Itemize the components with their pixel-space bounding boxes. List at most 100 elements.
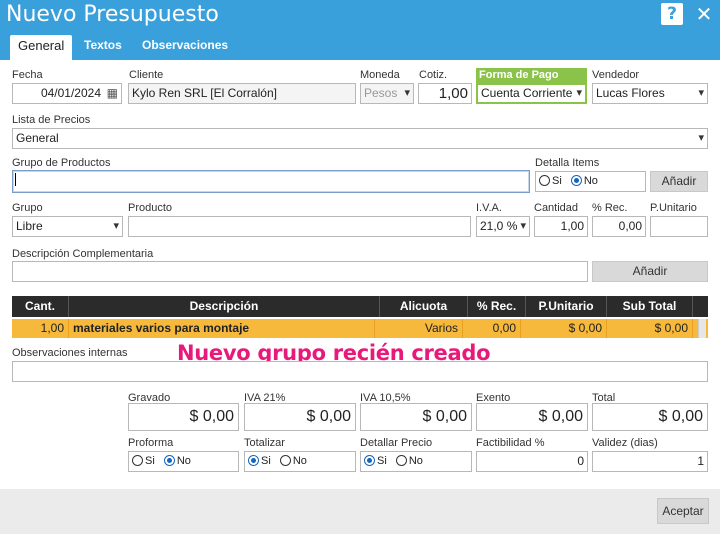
chevron-down-icon: ▾	[404, 87, 410, 99]
chevron-down-icon: ▾	[698, 87, 704, 99]
cell-rec: 0,00	[463, 319, 521, 338]
tab-textos[interactable]: Textos	[76, 35, 130, 60]
cell-descripcion: materiales varios para montaje	[69, 319, 375, 338]
moneda-value: Pesos	[364, 86, 398, 100]
detallar-precio-label: Detallar Precio	[360, 437, 433, 449]
radio-no[interactable]	[279, 455, 291, 466]
punitario-input[interactable]	[650, 216, 708, 237]
radio-si[interactable]	[248, 455, 259, 466]
totalizar-si-option[interactable]: Si	[248, 455, 271, 467]
detalla-items-label: Detalla Items	[535, 157, 600, 169]
proforma-si-option[interactable]: Si	[132, 455, 155, 467]
radio-si[interactable]	[539, 175, 550, 186]
close-icon[interactable]: ✕	[693, 3, 715, 25]
descripcion-complementaria-input[interactable]	[12, 261, 588, 282]
lista-precios-select[interactable]: General ▾	[12, 128, 708, 149]
moneda-select[interactable]: Pesos ▾	[360, 83, 414, 104]
cell-punitario: $ 0,00	[521, 319, 607, 338]
punitario-label: P.Unitario	[650, 202, 697, 214]
vendedor-label: Vendedor	[592, 69, 640, 81]
producto-label: Producto	[128, 202, 173, 214]
proforma-no-option[interactable]: No	[163, 455, 191, 467]
cantidad-label: Cantidad	[534, 202, 579, 214]
window-title: Nuevo Presupuesto	[6, 2, 219, 27]
iva-select[interactable]: 21,0 % ▾	[476, 216, 530, 237]
lista-precios-label: Lista de Precios	[12, 114, 91, 126]
cotiz-field[interactable]: 1,00	[418, 83, 472, 104]
grupo-label: Grupo	[12, 202, 43, 214]
cell-alicuota: Varios	[375, 319, 463, 338]
iva21-value: $ 0,00	[244, 403, 356, 431]
footer-bar	[0, 489, 720, 534]
cell-subtotal: $ 0,00	[607, 319, 693, 338]
grupo-value: Libre	[16, 219, 43, 233]
column-subtotal[interactable]: Sub Total	[607, 296, 693, 317]
fecha-label: Fecha	[12, 69, 43, 81]
column-punitario[interactable]: P.Unitario	[526, 296, 607, 317]
iva-value: 21,0 %	[480, 219, 518, 233]
column-cant[interactable]: Cant.	[12, 296, 69, 317]
chevron-down-icon: ▾	[113, 220, 119, 232]
descripcion-complementaria-label: Descripción Complementaria	[12, 248, 154, 260]
validez-label: Validez (dias)	[592, 437, 658, 449]
radio-si[interactable]	[132, 455, 143, 466]
forma-pago-select[interactable]: Cuenta Corriente ▾	[476, 83, 587, 104]
radio-no[interactable]	[395, 455, 407, 466]
vendedor-value: Lucas Flores	[596, 86, 665, 100]
grupo-productos-input[interactable]	[12, 170, 530, 193]
detallar-precio-si-option[interactable]: Si	[364, 455, 387, 467]
cell-cant: 1,00	[12, 319, 69, 338]
producto-input[interactable]	[128, 216, 471, 237]
total-value: $ 0,00	[592, 403, 708, 431]
moneda-label: Moneda	[360, 69, 400, 81]
fecha-field[interactable]: 04/01/2024 ▦	[12, 83, 122, 104]
detallar-precio-no-option[interactable]: No	[395, 455, 423, 467]
column-rec[interactable]: % Rec.	[468, 296, 526, 317]
radio-no[interactable]	[570, 175, 582, 186]
chevron-down-icon: ▾	[575, 85, 582, 102]
detalla-items-no-option[interactable]: No	[570, 175, 598, 187]
forma-pago-value: Cuenta Corriente	[481, 86, 573, 100]
detalla-items-si-option[interactable]: Si	[539, 175, 562, 187]
cliente-label: Cliente	[129, 69, 164, 81]
text-cursor	[15, 173, 16, 186]
grid-scrollbar[interactable]	[698, 319, 706, 338]
tab-observaciones[interactable]: Observaciones	[134, 35, 236, 60]
factibilidad-input[interactable]: 0	[476, 451, 588, 472]
radio-no[interactable]	[163, 455, 175, 466]
anadir-item-button[interactable]: Añadir	[592, 261, 708, 282]
forma-pago-label: Forma de Pago	[479, 69, 559, 81]
observaciones-label: Observaciones internas	[12, 347, 128, 359]
totalizar-no-option[interactable]: No	[279, 455, 307, 467]
exento-value: $ 0,00	[476, 403, 588, 431]
cotiz-label: Cotiz.	[419, 69, 448, 81]
aceptar-button[interactable]: Aceptar	[657, 498, 709, 524]
table-row[interactable]: 1,00 materiales varios para montaje Vari…	[12, 319, 708, 338]
totalizar-radio-group: Si No	[244, 451, 356, 472]
vendedor-select[interactable]: Lucas Flores ▾	[592, 83, 708, 104]
cantidad-input[interactable]: 1,00	[534, 216, 588, 237]
grupo-select[interactable]: Libre ▾	[12, 216, 123, 237]
radio-si[interactable]	[364, 455, 375, 466]
column-alicuota[interactable]: Alicuota	[380, 296, 468, 317]
help-icon[interactable]: ?	[661, 3, 683, 25]
items-grid-header: Cant. Descripción Alicuota % Rec. P.Unit…	[12, 296, 708, 317]
totalizar-label: Totalizar	[244, 437, 285, 449]
iva-label: I.V.A.	[476, 202, 502, 214]
gravado-value: $ 0,00	[128, 403, 239, 431]
forma-pago-header: Forma de Pago	[476, 68, 587, 83]
tab-general[interactable]: General	[10, 35, 72, 60]
calendar-icon[interactable]: ▦	[107, 84, 118, 103]
anadir-grupo-button[interactable]: Añadir	[650, 171, 708, 192]
cliente-field[interactable]: Kylo Ren SRL [El Corralón]	[128, 83, 356, 104]
rec-input[interactable]: 0,00	[592, 216, 646, 237]
chevron-down-icon: ▾	[698, 132, 704, 144]
proforma-label: Proforma	[128, 437, 174, 449]
iva105-value: $ 0,00	[360, 403, 472, 431]
chevron-down-icon: ▾	[520, 217, 526, 236]
column-descripcion[interactable]: Descripción	[69, 296, 380, 317]
detalla-items-radio-group: Si No	[535, 171, 646, 192]
proforma-radio-group: Si No	[128, 451, 239, 472]
observaciones-input[interactable]	[12, 361, 708, 382]
validez-input[interactable]: 1	[592, 451, 708, 472]
